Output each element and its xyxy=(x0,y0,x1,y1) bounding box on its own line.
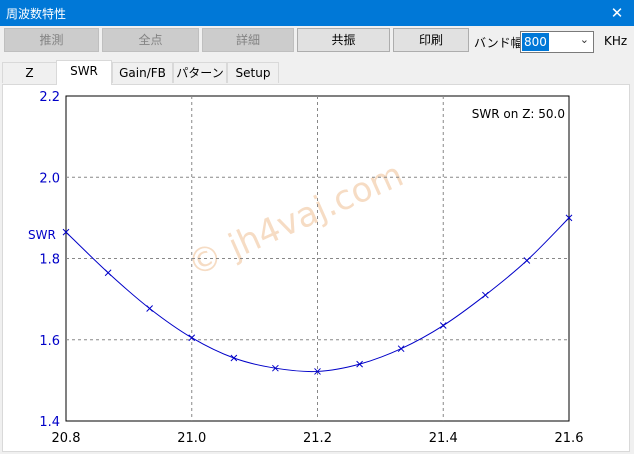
tick-labels: 20.8 21.0 21.2 21.4 21.6 1.4 1.6 1.8 2.0 2.2 xyxy=(39,90,583,446)
watermark-text: © jh4vaj.com xyxy=(182,155,410,286)
x-tick-label: 20.8 xyxy=(52,431,81,446)
data-point xyxy=(523,257,531,264)
x-tick-label: 21.0 xyxy=(177,431,206,446)
x-tick-label: 21.4 xyxy=(429,431,458,446)
data-point xyxy=(188,334,196,342)
data-point xyxy=(356,360,363,368)
x-tick-label: 21.6 xyxy=(555,431,584,446)
data-point xyxy=(439,322,447,329)
data-point xyxy=(104,269,112,277)
data-point xyxy=(230,354,238,362)
x-tick-label: 21.2 xyxy=(303,431,332,446)
y-tick-label: 1.8 xyxy=(39,253,60,268)
data-point xyxy=(397,345,405,353)
tab-swr[interactable]: SWR xyxy=(56,60,112,85)
data-point xyxy=(146,305,153,312)
y-tick-label: 1.4 xyxy=(39,415,60,430)
grid-lines xyxy=(66,96,569,421)
y-tick-label: 1.6 xyxy=(39,334,60,349)
y-tick-label: 2.0 xyxy=(39,171,60,186)
swr-annotation: SWR on Z: 50.0 xyxy=(472,107,565,121)
y-axis-label: SWR xyxy=(28,228,56,242)
y-tick-label: 2.2 xyxy=(39,90,60,105)
data-point xyxy=(482,291,489,299)
